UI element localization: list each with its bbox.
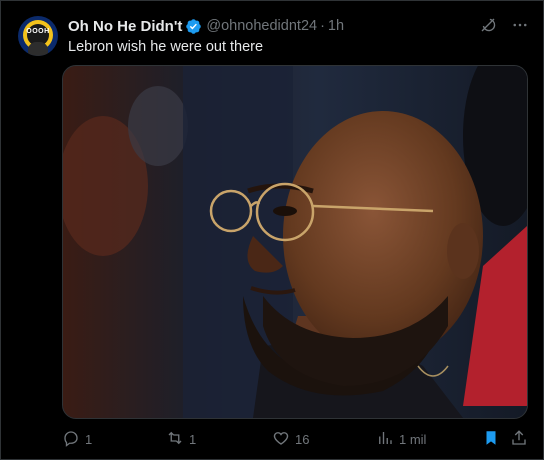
views-count: 1 mil [399, 432, 427, 447]
like-button[interactable]: 16 [272, 429, 309, 450]
reply-button[interactable]: 1 [62, 429, 92, 450]
repost-count: 1 [189, 432, 197, 447]
avatar[interactable]: OOOH [18, 16, 58, 56]
views-button[interactable]: 1 mil [376, 429, 426, 450]
bookmark-button[interactable] [482, 429, 505, 450]
timestamp[interactable]: 1h [328, 18, 344, 34]
reply-count: 1 [85, 432, 93, 447]
photo-illustration [63, 66, 527, 418]
like-count: 16 [295, 432, 310, 447]
header-actions [479, 16, 529, 34]
verified-badge-icon [185, 18, 202, 35]
tweet-card[interactable]: OOOH Oh No He Didn't @ohnohedidnt24 · 1h… [0, 0, 544, 460]
share-button[interactable] [510, 429, 533, 450]
share-icon [510, 429, 533, 450]
bookmark-icon [482, 429, 505, 450]
tweet-actions: 1 1 16 1 mil [62, 429, 528, 451]
like-icon [272, 429, 295, 450]
avatar-text: OOOH [26, 28, 50, 35]
repost-button[interactable]: 1 [166, 429, 196, 450]
tweet-photo[interactable] [62, 65, 528, 419]
views-icon [376, 429, 399, 450]
grok-icon[interactable] [479, 16, 497, 34]
more-icon[interactable] [511, 16, 529, 34]
tweet-header: Oh No He Didn't @ohnohedidnt24 · 1h [68, 16, 344, 36]
avatar-figure [28, 42, 48, 56]
separator-dot: · [320, 18, 325, 34]
reply-icon [62, 429, 85, 450]
repost-icon [166, 429, 189, 450]
tweet-text: Lebron wish he were out there [68, 39, 264, 55]
author-name[interactable]: Oh No He Didn't [68, 18, 182, 35]
author-handle[interactable]: @ohnohedidnt24 [206, 18, 317, 34]
